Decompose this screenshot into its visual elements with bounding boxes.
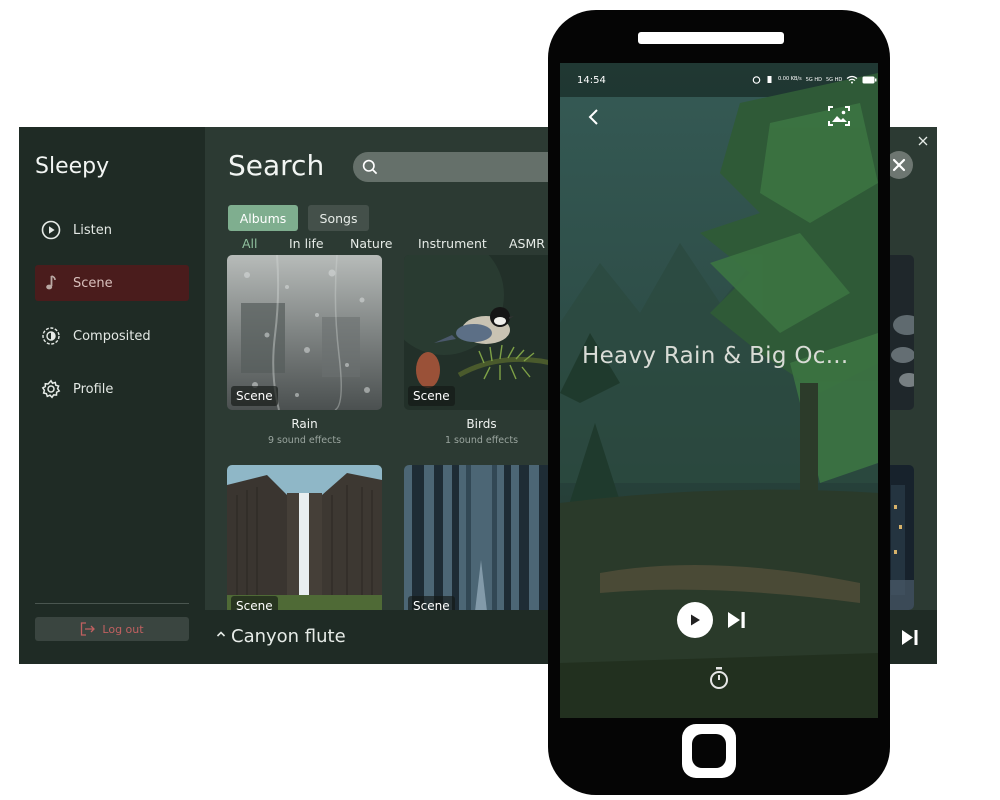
status-network-2: 5G HD — [826, 76, 843, 83]
card-title: Birds — [466, 417, 497, 431]
sidebar-item-label: Composited — [73, 328, 151, 344]
skip-next-icon[interactable] — [727, 611, 747, 629]
card-badge: Scene — [231, 386, 278, 406]
logout-icon — [81, 622, 96, 636]
play-button[interactable] — [677, 602, 713, 638]
category-tab-asmr[interactable]: ASMR — [509, 236, 545, 251]
play-circle-icon — [41, 220, 61, 240]
battery-icon — [862, 76, 877, 83]
vibrate-icon — [767, 76, 772, 83]
album-card-birds[interactable]: Scene — [404, 255, 559, 410]
chevron-up-icon[interactable] — [216, 630, 226, 638]
album-card-rain[interactable]: Scene — [227, 255, 382, 410]
water-drops-image — [887, 255, 914, 410]
phone-mockup: 14:54 0.00 KB/s 5G HD 5G HD Heavy Rain &… — [548, 10, 890, 795]
status-bar-icons: 0.00 KB/s 5G HD 5G HD — [752, 75, 877, 84]
sidebar-item-label: Profile — [73, 381, 114, 397]
phone-screen: 14:54 0.00 KB/s 5G HD 5G HD Heavy Rain &… — [560, 63, 878, 718]
songs-toggle[interactable]: Songs — [308, 205, 369, 231]
card-title: Rain — [291, 417, 318, 431]
close-icon — [918, 136, 928, 146]
sidebar-item-label: Scene — [73, 275, 113, 291]
music-note-icon — [41, 273, 61, 293]
gear-icon — [41, 379, 61, 399]
status-speed: 0.00 KB/s — [778, 76, 802, 82]
status-network-1: 5G HD — [805, 76, 822, 83]
category-tab-all[interactable]: All — [242, 236, 258, 251]
sidebar-item-composited[interactable]: Composited — [35, 318, 189, 354]
sidebar-item-profile[interactable]: Profile — [35, 371, 189, 407]
page-title: Search — [228, 149, 325, 182]
search-icon — [362, 159, 378, 175]
search-box[interactable] — [353, 152, 573, 182]
composite-icon — [41, 326, 61, 346]
albums-toggle[interactable]: Albums — [228, 205, 298, 231]
category-tab-in-life[interactable]: In life — [289, 236, 324, 251]
home-button[interactable] — [682, 724, 736, 778]
category-tab-instrument[interactable]: Instrument — [418, 236, 487, 251]
card-badge: Scene — [408, 386, 455, 406]
card-subtitle: 9 sound effects — [267, 435, 342, 446]
home-button-inner — [692, 734, 726, 768]
alarm-icon — [752, 76, 761, 84]
sidebar-item-scene[interactable]: Scene — [35, 265, 189, 301]
logout-button[interactable]: Log out — [35, 617, 189, 641]
wallpaper-icon[interactable] — [827, 105, 851, 127]
search-input[interactable] — [385, 158, 559, 178]
album-card-water-drops[interactable] — [887, 255, 914, 410]
timer-icon[interactable] — [708, 666, 730, 690]
album-card-waterfall[interactable]: Scene — [227, 465, 382, 620]
sidebar-item-listen[interactable]: Listen — [35, 212, 189, 248]
play-icon — [691, 614, 700, 626]
album-card-forest[interactable]: Scene — [404, 465, 559, 620]
back-arrow-icon[interactable] — [587, 108, 599, 126]
now-playing-title: Canyon flute — [231, 626, 346, 647]
status-time: 14:54 — [577, 75, 606, 86]
sidebar: Sleepy Listen Scene Composited Profile L… — [19, 127, 205, 664]
forest-background-image — [560, 63, 878, 718]
app-title: Sleepy — [35, 154, 110, 179]
logout-label: Log out — [102, 622, 144, 636]
track-title: Heavy Rain & Big Oc... — [582, 343, 849, 369]
city-night-image — [887, 465, 914, 610]
close-icon — [892, 158, 906, 172]
sidebar-divider — [35, 603, 189, 604]
phone-speaker — [638, 32, 784, 44]
sidebar-item-label: Listen — [73, 222, 112, 238]
window-close-button[interactable] — [917, 132, 929, 151]
wifi-icon — [846, 75, 858, 84]
card-subtitle: 1 sound effects — [444, 435, 519, 446]
category-tab-nature[interactable]: Nature — [350, 236, 392, 251]
skip-next-icon[interactable] — [901, 629, 919, 646]
album-card-city-night[interactable] — [887, 465, 914, 610]
